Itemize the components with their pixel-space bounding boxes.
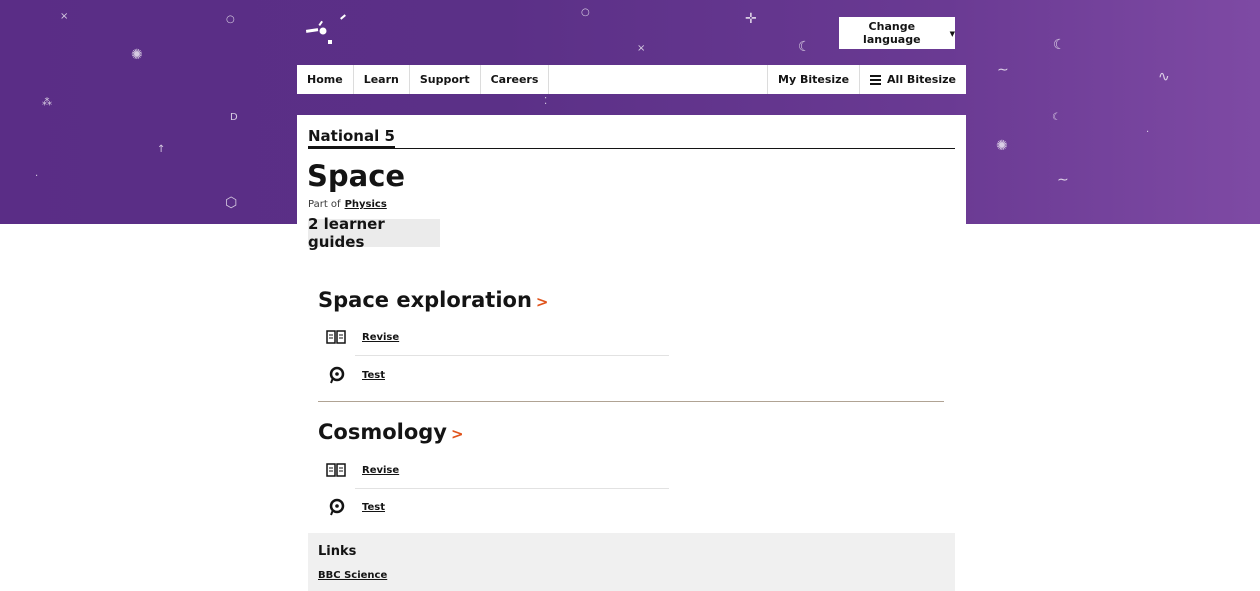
decor-moon: ☾ <box>1053 37 1066 53</box>
nav-support[interactable]: Support <box>410 65 481 94</box>
chevron-right-icon: > <box>535 293 549 311</box>
nav-all-bitesize-label: All Bitesize <box>887 73 956 86</box>
book-icon <box>325 462 347 478</box>
guide-title-text: Space exploration <box>318 288 532 312</box>
decor-sparkle: ✛ <box>745 11 757 27</box>
bitesize-logo[interactable] <box>306 12 346 48</box>
book-icon <box>325 329 347 345</box>
decor-letter: D <box>230 112 238 123</box>
change-language-button[interactable]: Change language ▼ <box>839 17 955 49</box>
decor-moon: ☾ <box>798 39 811 55</box>
menu-icon <box>870 73 882 87</box>
level-divider <box>308 148 955 149</box>
decor-dot: ⁚ <box>544 96 548 107</box>
decor-hexagon: ⬡ <box>225 195 238 211</box>
guide-1-test[interactable]: Test <box>325 366 385 384</box>
nav-my-bitesize[interactable]: My Bitesize <box>768 65 861 94</box>
nav-spacer <box>549 65 769 94</box>
guide-1-revise[interactable]: Revise <box>325 329 399 345</box>
nav-all-bitesize[interactable]: All Bitesize <box>860 65 966 94</box>
nav-learn[interactable]: Learn <box>354 65 410 94</box>
decor-circle: ○ <box>226 14 235 25</box>
guide-separator <box>318 401 944 402</box>
revise-link[interactable]: Revise <box>362 332 399 343</box>
content-card: National 5 Space Part of Physics 2 learne… <box>297 115 966 591</box>
guide-2-revise[interactable]: Revise <box>325 462 399 478</box>
guide-title-space-exploration[interactable]: Space exploration > <box>318 288 549 312</box>
decor-wave: ∼ <box>1057 172 1069 188</box>
page-title: Space <box>307 159 406 193</box>
decor-arrow: ↑ <box>157 144 166 155</box>
chevron-right-icon: > <box>451 425 464 443</box>
part-of-breadcrumb: Part of Physics <box>308 199 387 210</box>
decor-wave: ∼ <box>997 62 1009 78</box>
decor-dot: × <box>637 43 646 54</box>
links-section: Links BBC Science <box>308 533 955 591</box>
change-language-label: Change language <box>863 20 921 46</box>
guide-2-test[interactable]: Test <box>325 498 385 516</box>
guide-title-text: Cosmology <box>318 420 447 444</box>
guide-1-row-divider <box>355 355 669 356</box>
nav-careers[interactable]: Careers <box>481 65 550 94</box>
decor-burst: ⁂ <box>42 97 52 108</box>
decor-wave: ∿ <box>1158 69 1170 85</box>
part-of-prefix: Part of <box>308 199 341 210</box>
physics-link[interactable]: Physics <box>345 199 387 210</box>
links-title: Links <box>318 544 357 559</box>
bbc-science-link[interactable]: BBC Science <box>318 570 387 581</box>
test-link[interactable]: Test <box>362 370 385 381</box>
quiz-icon <box>325 366 347 384</box>
decor-star: × <box>60 11 69 22</box>
guide-title-cosmology[interactable]: Cosmology > <box>318 420 464 444</box>
main-navigation: Home Learn Support Careers My Bitesize A… <box>297 65 966 94</box>
learner-guides-count: 2 learner guides <box>308 215 440 251</box>
caret-down-icon: ▼ <box>949 30 955 38</box>
test-link[interactable]: Test <box>362 502 385 513</box>
decor-dot: · <box>1146 127 1150 138</box>
decor-dot: · <box>35 171 39 182</box>
decor-sparkle: ✺ <box>996 138 1008 154</box>
revise-link[interactable]: Revise <box>362 465 399 476</box>
level-heading[interactable]: National 5 <box>308 127 395 149</box>
nav-home[interactable]: Home <box>297 65 354 94</box>
decor-moon: ☾ <box>1052 112 1061 123</box>
decor-sparkle: ✺ <box>131 47 143 63</box>
guide-2-row-divider <box>355 488 669 489</box>
decor-circle: ○ <box>581 7 590 18</box>
quiz-icon <box>325 498 347 516</box>
